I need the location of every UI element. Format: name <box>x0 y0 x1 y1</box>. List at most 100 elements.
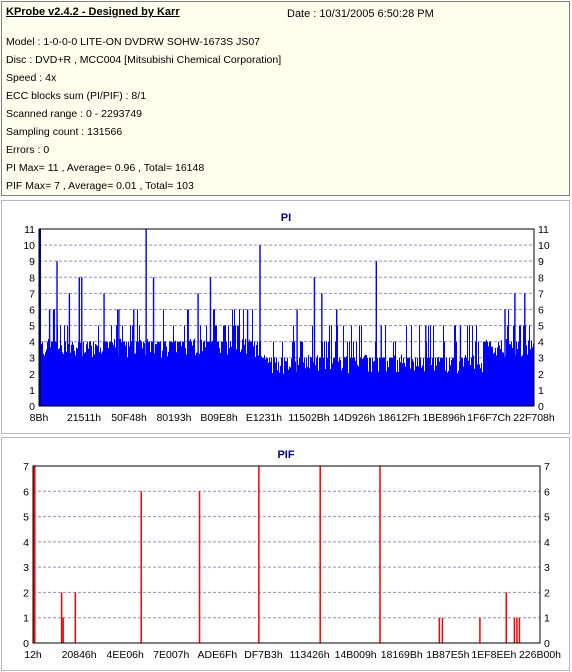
pif-ytick-left: 6 <box>23 486 29 498</box>
pif-ytick-right: 5 <box>544 512 550 524</box>
pi-ytick-left: 10 <box>23 240 35 252</box>
pif-xtick: 4EE06h <box>106 649 144 661</box>
pi-chart-panel: PI 0 0 1 1 2 2 3 3 4 4 5 5 6 6 7 7 8 8 9 9 10 10 11 11 8Bh 21511… <box>1 200 570 434</box>
app-title: KProbe v2.4.2 - Designed by Karr <box>6 6 180 18</box>
pi-spike <box>524 293 526 406</box>
pi-spike <box>68 293 71 406</box>
pif-ytick-right: 2 <box>544 587 550 599</box>
pif-bar <box>479 617 481 643</box>
pif-ytick-left: 4 <box>23 537 29 549</box>
pi-xtick: 14D926h <box>333 412 376 424</box>
pi-ytick-right: 10 <box>538 240 550 252</box>
pi-spike <box>375 261 377 406</box>
pi-xtick: 50F48h <box>111 412 147 424</box>
pif-bar <box>438 617 441 643</box>
pi-summary-line: PI Max= 11 , Average= 0.96 , Total= 1614… <box>6 162 205 174</box>
pif-xtick: 12h <box>24 649 42 661</box>
pif-xtick: DF7B3h <box>244 649 283 661</box>
pi-ytick-left: 5 <box>29 321 35 333</box>
sampling-line: Sampling count : 131566 <box>6 126 123 138</box>
pi-ytick-left: 4 <box>29 337 35 349</box>
pif-xtick: 226B00h <box>519 649 561 661</box>
pi-ytick-left: 3 <box>29 353 35 365</box>
pi-spike <box>78 277 80 406</box>
pi-ytick-right: 11 <box>538 224 549 236</box>
pi-chart-title: PI <box>281 212 291 224</box>
pif-chart-panel: PIF 0011223344556677 12h 20846h 4EE06h 7E00… <box>1 437 570 671</box>
pi-spike <box>459 325 462 406</box>
pi-spike <box>187 309 189 406</box>
ecc-line: ECC blocks sum (PI/PIF) : 8/1 <box>6 90 147 102</box>
pif-summary-line: PIF Max= 7 , Average= 0.01 , Total= 103 <box>6 180 194 192</box>
pif-bar <box>140 491 142 643</box>
pif-bar <box>33 466 36 643</box>
pif-ytick-right: 3 <box>544 562 550 574</box>
pif-bar <box>258 466 260 643</box>
pif-bar <box>379 466 381 643</box>
pif-ytick-right: 4 <box>544 537 550 549</box>
pi-spike <box>197 293 199 406</box>
pif-plot-frame <box>32 465 541 644</box>
pi-spike <box>52 309 55 406</box>
pif-xtick: 20846h <box>62 649 97 661</box>
errors-line: Errors : 0 <box>6 144 50 156</box>
speed-line: Speed : 4x <box>6 72 57 84</box>
pi-ytick-right: 8 <box>538 272 544 284</box>
pi-spike <box>380 325 382 406</box>
pi-spike <box>118 309 120 406</box>
pif-xtick: 1EF8EEh <box>471 649 516 661</box>
pif-ytick-right: 7 <box>544 461 550 473</box>
pif-bar <box>198 491 201 643</box>
pif-xtick: ADE6Fh <box>198 649 238 661</box>
pi-xtick: 80193h <box>156 412 191 424</box>
pi-ytick-right: 7 <box>538 288 544 300</box>
pi-spike <box>152 277 155 406</box>
pi-chart: PI 0 01 12 23 34 45 56 67 78 89 910 1011 11 8Bh 21511… <box>23 212 555 424</box>
pi-ytick-left: 6 <box>29 304 35 316</box>
pif-chart-title: PIF <box>277 449 294 461</box>
pi-ytick-left: 8 <box>29 272 35 284</box>
pif-xtick: 14B009h <box>335 649 377 661</box>
disc-line: Disc : DVD+R , MCC004 [Mitsubishi Chemic… <box>6 54 282 66</box>
pif-chart: PIF 0 01 12 23 34 45 56 67 7 12h 20846h 4EE06h 7E00… <box>23 449 561 661</box>
pif-bar <box>518 617 521 643</box>
pi-spike <box>514 293 516 406</box>
pi-ytick-left: 11 <box>24 224 35 236</box>
pif-ytick-right: 1 <box>544 613 550 625</box>
pi-xtick: 1BE896h <box>422 412 465 424</box>
pi-spike <box>321 293 323 406</box>
pi-ytick-right: 3 <box>538 353 544 365</box>
pi-ytick-right: 1 <box>538 385 544 397</box>
pif-ytick-left: 5 <box>23 512 29 524</box>
pi-spike <box>209 277 212 406</box>
pif-bar <box>319 466 321 643</box>
pi-ytick-left: 2 <box>29 369 35 381</box>
info-panel: KProbe v2.4.2 - Designed by Karr Date : … <box>1 1 570 196</box>
pi-xtick: 8Bh <box>30 412 49 424</box>
pif-bar <box>505 592 508 643</box>
pif-xtick: 7E007h <box>153 649 189 661</box>
pif-bar <box>74 592 77 643</box>
pif-bar <box>60 592 63 643</box>
pi-spike <box>259 245 261 406</box>
pi-xtick: 11502Bh <box>288 412 329 424</box>
pi-spike <box>145 229 147 406</box>
pif-xtick: 113426h <box>289 649 329 661</box>
pif-ytick-left: 1 <box>23 613 29 625</box>
pi-ytick-left: 1 <box>29 385 35 397</box>
pi-ytick-right: 9 <box>538 256 544 268</box>
pi-ytick-left: 7 <box>29 288 35 300</box>
pi-ytick-right: 6 <box>538 304 544 316</box>
pif-ytick-right: 6 <box>544 486 550 498</box>
pi-spike <box>48 309 51 406</box>
pi-spike <box>56 261 58 406</box>
pi-spike <box>103 293 105 406</box>
pi-spike <box>425 325 427 406</box>
pif-xtick: 18169Bh <box>381 649 423 661</box>
pif-ytick-left: 7 <box>23 461 29 473</box>
pi-spike <box>504 309 506 406</box>
pi-xtick: 21511h <box>67 412 101 424</box>
range-line: Scanned range : 0 - 2293749 <box>6 108 143 120</box>
pif-xtick: 1B87E5h <box>426 649 469 661</box>
pi-xtick: E1231h <box>246 412 282 424</box>
